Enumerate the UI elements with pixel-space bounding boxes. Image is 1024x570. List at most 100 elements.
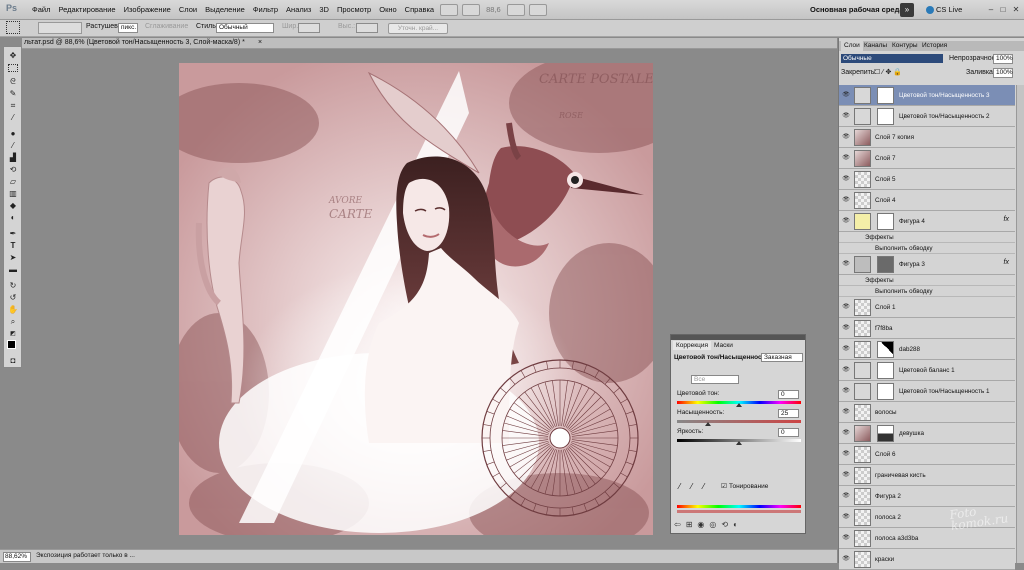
layer-row[interactable]: 👁 краски [839, 549, 1015, 570]
visibility-eye-icon[interactable]: 👁 [841, 323, 851, 333]
visibility-eye-icon[interactable]: 👁 [841, 132, 851, 142]
antialias-checkbox[interactable]: Сглаживание [145, 23, 188, 30]
layer-name[interactable]: полоса a3d3ba [875, 535, 918, 542]
eyedropper-icon[interactable]: ⁄ [679, 482, 680, 491]
menu-3d[interactable]: 3D [315, 5, 333, 14]
layer-mask-thumbnail[interactable] [877, 87, 894, 104]
screen-mode-button[interactable] [528, 3, 547, 16]
layer-name[interactable]: Слой 1 [875, 304, 896, 311]
layer-mask-thumbnail[interactable] [877, 256, 894, 273]
layer-name[interactable]: Цветовой тон/Насыщенность 2 [899, 113, 989, 120]
layer-name[interactable]: Цветовой тон/Насыщенность 1 [899, 388, 989, 395]
style-select[interactable]: Обычный [216, 23, 274, 33]
minimize-icon[interactable]: – [986, 5, 996, 14]
panel-footer-icons[interactable]: ⇦⊞◉◎⟲◐ [674, 520, 802, 531]
layer-row[interactable]: 👁 Слой 7 [839, 148, 1015, 169]
eraser-icon[interactable]: ▱ [7, 177, 19, 187]
visibility-eye-icon[interactable]: 👁 [841, 407, 851, 417]
layer-row[interactable]: 👁 полоса a3d3ba [839, 528, 1015, 549]
layer-name[interactable]: Цветовой баланс 1 [899, 367, 955, 374]
tab-paths[interactable]: Контуры [889, 41, 921, 51]
mini-bridge-button[interactable] [462, 3, 481, 16]
menu-select[interactable]: Выделение [201, 5, 249, 14]
refine-edge-button[interactable]: Уточн. край... [388, 23, 448, 34]
layer-fx-icon[interactable]: fx [1004, 259, 1009, 266]
layer-fx-icon[interactable]: fx [1004, 216, 1009, 223]
opacity-input[interactable]: 100% [993, 54, 1013, 64]
blur-tool-icon[interactable]: ◆ [7, 201, 19, 211]
visibility-eye-icon[interactable]: 👁 [841, 344, 851, 354]
layer-name[interactable]: Слой 5 [875, 176, 896, 183]
layer-row[interactable]: 👁 волосы [839, 402, 1015, 423]
arrange-docs-button[interactable] [506, 3, 525, 16]
layer-effect-row[interactable]: Эффекты [839, 275, 1015, 286]
bridge-button[interactable] [440, 3, 459, 16]
selection-mode-buttons[interactable] [38, 22, 82, 34]
close-doc-icon[interactable]: × [258, 39, 262, 46]
layer-name[interactable]: Слой 4 [875, 197, 896, 204]
tab-adjustments[interactable]: Коррекция [673, 341, 711, 350]
visibility-eye-icon[interactable]: 👁 [841, 428, 851, 438]
visibility-eye-icon[interactable]: 👁 [841, 470, 851, 480]
layer-mask-thumbnail[interactable] [877, 108, 894, 125]
layer-row[interactable]: 👁 Слой 1 [839, 297, 1015, 318]
visibility-eye-icon[interactable]: 👁 [841, 259, 851, 269]
layer-row[interactable]: 👁 Слой 6 [839, 444, 1015, 465]
visibility-eye-icon[interactable]: 👁 [841, 216, 851, 226]
visibility-eye-icon[interactable]: 👁 [841, 386, 851, 396]
layer-effect-row[interactable]: Эффекты [839, 232, 1015, 243]
marquee-tool-icon[interactable] [8, 64, 18, 72]
cs-live-button[interactable]: CS Live [926, 5, 962, 15]
default-colors-icon[interactable]: ◩ [7, 329, 19, 339]
layer-row[interactable]: 👁 Фигура 4 fx [839, 211, 1015, 232]
zoom-tool-icon[interactable]: ⌕ [7, 317, 19, 327]
layer-row[interactable]: 👁 Слой 7 копия [839, 127, 1015, 148]
saturation-slider-thumb[interactable] [705, 422, 711, 426]
eyedropper-icon[interactable]: ⁄ [7, 113, 19, 123]
layer-mask-thumbnail[interactable] [877, 362, 894, 379]
width-input[interactable] [298, 23, 320, 33]
layer-name[interactable]: Цветовой тон/Насыщенность 3 [899, 92, 989, 99]
dodge-tool-icon[interactable]: ◐ [7, 213, 19, 223]
layer-row[interactable]: 👁 Цветовой тон/Насыщенность 1 [839, 381, 1015, 402]
layer-name[interactable]: волосы [875, 409, 897, 416]
visibility-eye-icon[interactable]: 👁 [841, 533, 851, 543]
visibility-eye-icon[interactable]: 👁 [841, 302, 851, 312]
lightness-slider-thumb[interactable] [736, 441, 742, 445]
layer-name[interactable]: Фигура 4 [899, 218, 925, 225]
layer-effect-row[interactable]: Выполнить обводку [839, 286, 1015, 297]
menu-help[interactable]: Справка [401, 5, 438, 14]
height-input[interactable] [356, 23, 378, 33]
status-text[interactable]: Экспозиция работает только в ... [36, 552, 135, 559]
layer-row[interactable]: 👁 Цветовой тон/Насыщенность 2 [839, 106, 1015, 127]
layer-row[interactable]: 👁 dab288 [839, 339, 1015, 360]
menu-filter[interactable]: Фильтр [249, 5, 282, 14]
layer-row[interactable]: 👁 Слой 4 [839, 190, 1015, 211]
3d-orbit-icon[interactable]: ↺ [7, 293, 19, 303]
workspace-more-icon[interactable]: » [900, 3, 914, 17]
layer-mask-thumbnail[interactable] [877, 425, 894, 442]
visibility-eye-icon[interactable]: 👁 [841, 90, 851, 100]
brush-tool-icon[interactable]: ⁄ [7, 141, 19, 151]
tab-history[interactable]: История [919, 41, 950, 51]
pen-tool-icon[interactable]: ✒ [7, 229, 19, 239]
layer-name[interactable]: девушка [899, 430, 924, 437]
clone-stamp-icon[interactable]: ▟ [7, 153, 19, 163]
zoom-menu[interactable]: 88,6 [482, 5, 505, 14]
history-brush-icon[interactable]: ⟲ [7, 165, 19, 175]
visibility-eye-icon[interactable]: 👁 [841, 174, 851, 184]
layer-name[interactable]: f7f8ba [875, 325, 893, 332]
layer-name[interactable]: dab288 [899, 346, 920, 353]
visibility-eye-icon[interactable]: 👁 [841, 491, 851, 501]
layer-name[interactable]: Слой 6 [875, 451, 896, 458]
tab-channels[interactable]: Каналы [861, 41, 890, 51]
layer-name[interactable]: полоса 2 [875, 514, 901, 521]
layer-mask-thumbnail[interactable] [877, 213, 894, 230]
layer-name[interactable]: Фигура 2 [875, 493, 901, 500]
layer-name[interactable]: Слой 7 [875, 155, 896, 162]
quick-mask-icon[interactable]: ◘ [7, 356, 19, 366]
visibility-eye-icon[interactable]: 👁 [841, 195, 851, 205]
saturation-slider[interactable] [677, 420, 801, 423]
close-icon[interactable]: ✕ [1011, 5, 1021, 14]
image-canvas[interactable]: CARTE POSTALE ROSE AVORE CARTE [179, 63, 653, 535]
